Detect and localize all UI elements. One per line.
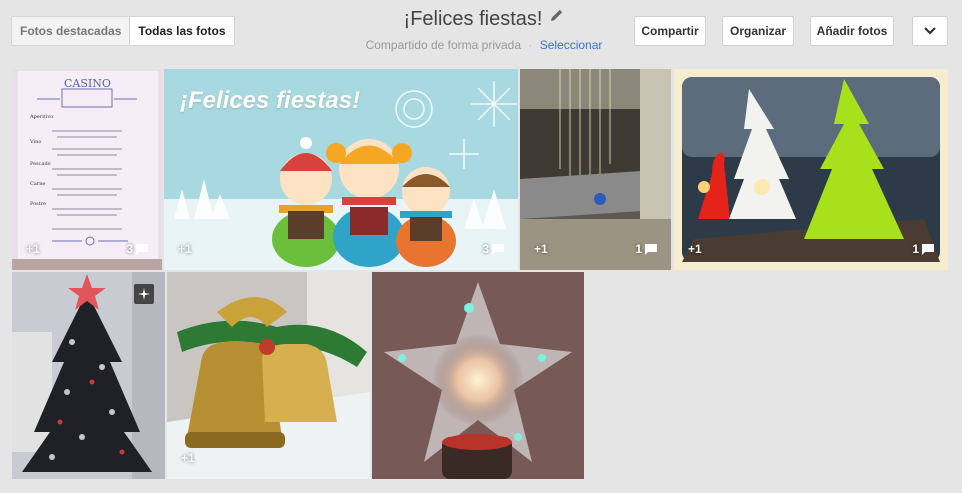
comment-icon — [645, 243, 657, 255]
all-photos-tab[interactable]: Todas las fotos — [129, 17, 234, 45]
comment-count[interactable]: 1 — [912, 242, 934, 256]
comment-count-value: 1 — [635, 242, 642, 256]
menu-line-5: Postre — [30, 201, 47, 207]
comment-count-value: 3 — [482, 242, 489, 256]
comment-icon — [492, 243, 504, 255]
menu-line-4: Carne — [30, 181, 46, 187]
menu-logo: CASINO — [64, 77, 111, 90]
photo-golden-bells[interactable]: +1 — [167, 272, 370, 479]
comment-count[interactable]: 1 — [635, 242, 657, 256]
more-options-button[interactable] — [912, 16, 948, 46]
plus-one-count[interactable]: +1 — [181, 451, 195, 465]
comment-icon — [136, 243, 148, 255]
plus-one-count[interactable]: +1 — [688, 242, 702, 256]
view-switch: Fotos destacadas Todas las fotos — [11, 16, 235, 46]
light-trees-art — [674, 69, 948, 270]
photo-light-trees[interactable]: +1 1 — [674, 69, 948, 270]
auto-enhance-icon — [134, 284, 154, 304]
golden-bells-art — [167, 272, 370, 479]
organize-button[interactable]: Organizar — [722, 16, 794, 46]
album-title[interactable]: ¡Felices fiestas! — [404, 8, 543, 31]
plus-one-count[interactable]: +1 — [534, 242, 548, 256]
plus-one-count[interactable]: +1 — [26, 242, 40, 256]
album-header: ¡Felices fiestas! Compartido de forma pr… — [364, 8, 604, 52]
comment-count-value: 1 — [912, 242, 919, 256]
photo-mall-lights[interactable]: +1 1 — [520, 69, 671, 270]
comment-icon — [922, 243, 934, 255]
photo-star-lamp[interactable] — [372, 272, 584, 479]
select-link[interactable]: Seleccionar — [540, 38, 603, 52]
photo-greeting-card[interactable]: ¡Felices fiestas! +1 3 — [164, 69, 518, 270]
photo-menu[interactable]: CASINO Aperitivo Vino Pescado Carne Post… — [12, 69, 162, 270]
card-caption: ¡Felices fiestas! — [180, 87, 361, 114]
highlights-tab[interactable]: Fotos destacadas — [12, 17, 129, 45]
plus-one-count[interactable]: +1 — [178, 242, 192, 256]
star-lamp-art — [372, 272, 584, 479]
album-subtitle: Compartido de forma privada · Selecciona… — [364, 38, 604, 52]
menu-line-1: Aperitivo — [30, 114, 54, 120]
pencil-icon[interactable] — [550, 8, 564, 27]
sharing-status: Compartido de forma privada — [365, 38, 522, 52]
photo-black-tree[interactable] — [12, 272, 165, 479]
menu-photo-art — [12, 69, 162, 270]
menu-line-2: Vino — [30, 139, 42, 145]
comment-count[interactable]: 3 — [482, 242, 504, 256]
separator: · — [528, 38, 533, 52]
comment-count[interactable]: 3 — [126, 242, 148, 256]
add-photos-button[interactable]: Añadir fotos — [810, 16, 894, 46]
mall-lights-art — [520, 69, 671, 270]
chevron-down-icon — [924, 17, 936, 45]
menu-line-3: Pescado — [30, 161, 51, 167]
share-button[interactable]: Compartir — [634, 16, 706, 46]
comment-count-value: 3 — [126, 242, 133, 256]
